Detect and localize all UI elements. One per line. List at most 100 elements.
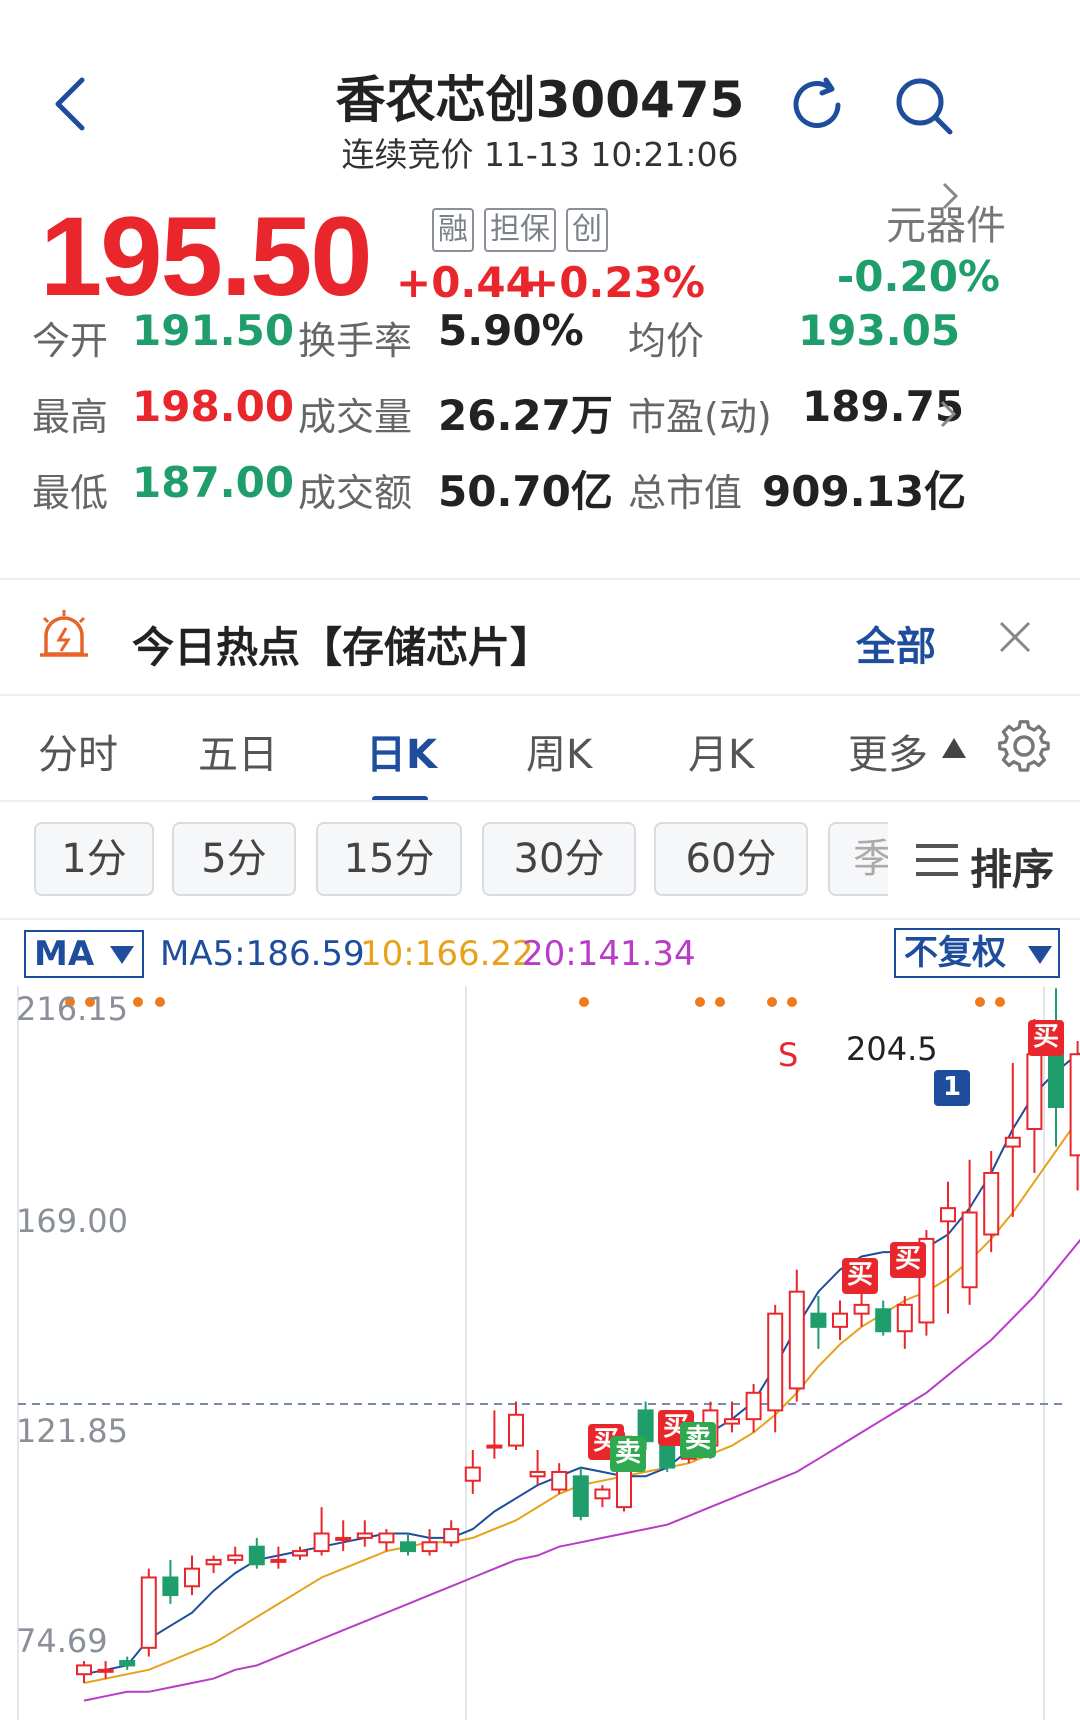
period-5min-button[interactable]: 5分 bbox=[172, 822, 296, 896]
period-15min-button[interactable]: 15分 bbox=[316, 822, 462, 896]
candle-body bbox=[421, 1541, 438, 1553]
candle-body bbox=[162, 1576, 179, 1597]
ma10-line bbox=[83, 1114, 1080, 1684]
stock-tags: 融 担保 创 bbox=[432, 208, 608, 252]
candle-body bbox=[140, 1576, 157, 1649]
sell-marker[interactable]: 卖 bbox=[610, 1436, 646, 1472]
candle-body bbox=[335, 1536, 352, 1541]
high-value: 198.00 bbox=[132, 382, 295, 431]
y-tick-label: 216.15 bbox=[16, 990, 128, 1028]
buy-marker[interactable]: 买 bbox=[842, 1258, 878, 1294]
open-label: 今开 bbox=[32, 319, 109, 363]
tab-more[interactable]: 更多 bbox=[848, 722, 928, 780]
flag-marker[interactable]: 1 bbox=[934, 1070, 970, 1106]
candle-body bbox=[961, 1211, 978, 1289]
mcap-value: 909.13亿 bbox=[762, 467, 967, 516]
sector-change: -0.20% bbox=[836, 252, 1000, 301]
signal-dot bbox=[579, 997, 589, 1007]
pe-label: 市盈(动) bbox=[628, 395, 772, 439]
y-tick-label: 121.85 bbox=[16, 1412, 128, 1450]
candle-body bbox=[832, 1312, 848, 1328]
tab-intraday[interactable]: 分时 bbox=[38, 722, 118, 780]
ma5-value: MA5:186.59 bbox=[160, 934, 365, 974]
divider bbox=[0, 918, 1080, 920]
low-label: 最低 bbox=[32, 471, 109, 515]
signal-dot bbox=[155, 997, 165, 1007]
candle-body bbox=[464, 1466, 481, 1482]
close-icon[interactable] bbox=[998, 620, 1032, 654]
period-1min-button[interactable]: 1分 bbox=[34, 822, 154, 896]
hot-all-link[interactable]: 全部 bbox=[856, 614, 936, 672]
signal-dot bbox=[787, 997, 797, 1007]
ma10-value: 10:166.22 bbox=[360, 934, 534, 974]
candle-body bbox=[227, 1554, 244, 1561]
margin-tag: 融 bbox=[432, 208, 474, 252]
sort-button[interactable]: 排序 bbox=[970, 836, 1054, 897]
refresh-icon[interactable] bbox=[786, 74, 848, 136]
candle-body bbox=[292, 1550, 308, 1557]
avg-label: 均价 bbox=[628, 319, 705, 363]
price-change-pct: +0.23% bbox=[524, 258, 705, 307]
candle-body bbox=[248, 1545, 265, 1566]
candle-body bbox=[983, 1171, 1000, 1236]
low-value: 187.00 bbox=[132, 458, 295, 507]
triangle-up-icon bbox=[942, 738, 966, 758]
buy-marker[interactable]: 买 bbox=[890, 1242, 926, 1278]
signal-dot bbox=[715, 997, 725, 1007]
candle-body bbox=[1069, 1053, 1080, 1157]
period-60min-button[interactable]: 60分 bbox=[654, 822, 808, 896]
candle-body bbox=[486, 1444, 503, 1449]
candle-body bbox=[1004, 1136, 1021, 1148]
candle-body bbox=[810, 1312, 827, 1328]
ma20-value: 20:141.34 bbox=[522, 934, 696, 974]
candle-body bbox=[572, 1475, 589, 1517]
candle-body bbox=[940, 1207, 956, 1223]
volume-label: 成交量 bbox=[298, 395, 413, 439]
dropdown-triangle-icon bbox=[1028, 946, 1052, 964]
period-30min-button[interactable]: 30分 bbox=[482, 822, 636, 896]
buy-marker[interactable]: 买 bbox=[1028, 1020, 1064, 1056]
mcap-label: 总市值 bbox=[628, 471, 743, 515]
candle-body bbox=[875, 1308, 892, 1333]
candle-body bbox=[853, 1303, 870, 1315]
gear-icon[interactable] bbox=[996, 718, 1052, 774]
signal-dot bbox=[695, 997, 705, 1007]
alarm-icon bbox=[40, 610, 88, 657]
divider bbox=[0, 800, 1080, 802]
chevron-right-icon[interactable] bbox=[940, 180, 960, 212]
amount-label: 成交额 bbox=[298, 471, 413, 515]
open-value: 191.50 bbox=[132, 306, 295, 355]
candle-body bbox=[313, 1532, 330, 1553]
s-signal-label: S bbox=[778, 1036, 799, 1074]
candle-body bbox=[378, 1532, 395, 1544]
candle-body bbox=[270, 1558, 287, 1563]
tab-monthly-k[interactable]: 月K bbox=[688, 722, 754, 780]
candle-body bbox=[529, 1470, 546, 1478]
candle-body bbox=[184, 1567, 200, 1588]
chevron-right-icon[interactable] bbox=[938, 398, 958, 430]
candle-body bbox=[594, 1488, 611, 1500]
signal-dot bbox=[975, 997, 985, 1007]
ma5-line bbox=[83, 1052, 1080, 1676]
candle-body bbox=[443, 1528, 460, 1544]
candle-body bbox=[356, 1532, 373, 1539]
sell-marker[interactable]: 卖 bbox=[680, 1422, 716, 1458]
tab-weekly-k[interactable]: 周K bbox=[526, 722, 592, 780]
tab-five-day[interactable]: 五日 bbox=[198, 722, 278, 780]
kline-svg[interactable] bbox=[0, 986, 1080, 1720]
tab-daily-k[interactable]: 日K bbox=[366, 722, 437, 780]
volume-value: 26.27万 bbox=[438, 391, 613, 440]
candle-body bbox=[205, 1558, 222, 1566]
kline-chart[interactable]: 216.15 169.00 121.85 74.69 204.5 S 1 买 买… bbox=[0, 986, 1080, 1720]
hot-topic-text[interactable]: 今日热点【存储芯片】 bbox=[132, 614, 552, 675]
candle-body bbox=[745, 1391, 762, 1421]
candle-body bbox=[724, 1418, 740, 1425]
turnover-label: 换手率 bbox=[298, 319, 413, 363]
candle-body bbox=[788, 1290, 805, 1390]
search-icon[interactable] bbox=[892, 74, 956, 138]
divider bbox=[0, 694, 1080, 696]
divider bbox=[0, 578, 1080, 580]
menu-icon[interactable] bbox=[914, 842, 960, 878]
signal-dot bbox=[767, 997, 777, 1007]
candle-body bbox=[551, 1470, 568, 1491]
